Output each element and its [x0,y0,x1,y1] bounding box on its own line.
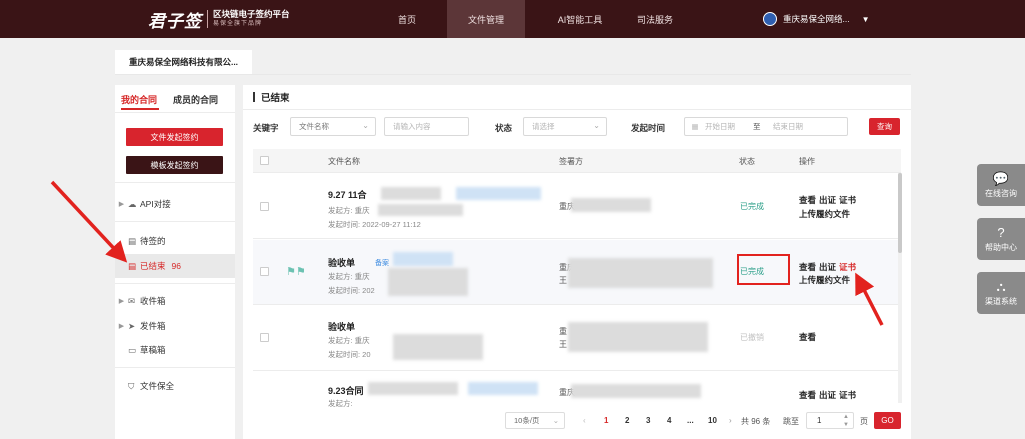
arrow-to-certificate [855,272,884,326]
arrow-to-finished [50,180,128,263]
annotation-arrows [50,180,884,326]
